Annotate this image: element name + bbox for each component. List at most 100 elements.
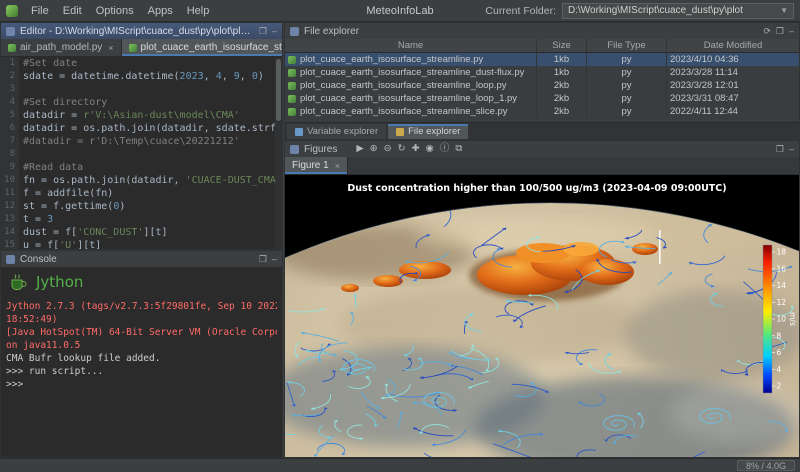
minimize-icon[interactable]: – <box>789 23 794 39</box>
file-size-cell: 1kb <box>537 66 587 79</box>
console-panel-header[interactable]: Console ❐– <box>1 251 282 267</box>
figures-panel-header[interactable]: Figures ▶⊕⊖↻✚◉ⓘ⧉ ❐– <box>285 141 799 157</box>
file-name-cell: plot_cuace_earth_isosurface_streamline.p… <box>285 53 537 66</box>
current-folder-combobox[interactable]: D:\Working\MIScript\cuace_dust\py\plot ▼ <box>562 3 794 19</box>
code-text: #Set date <box>19 57 77 70</box>
code-text: sdate = datetime.datetime(2023, 4, 9, 0) <box>19 70 264 83</box>
rotate-icon[interactable]: ↻ <box>398 141 406 157</box>
editor-panel-title: Editor - D:\Working\MIScript\cuace_dust\… <box>20 26 254 37</box>
restore-icon[interactable]: ❐ <box>776 141 784 157</box>
current-folder-box: Current Folder: D:\Working\MIScript\cuac… <box>485 3 794 19</box>
file-size-cell: 2kb <box>537 92 587 105</box>
minimize-icon[interactable]: – <box>272 23 277 39</box>
memory-indicator[interactable]: 8% / 4.0G <box>737 460 795 471</box>
column-header[interactable]: Size <box>537 39 587 52</box>
code-line: 15u = f['U'][t] <box>1 239 275 249</box>
tab-label: plot_cuace_earth_isosurface_streamline.p… <box>141 42 283 53</box>
figure-canvas[interactable]: Dust concentration higher than 100/500 u… <box>285 175 800 458</box>
file-explorer-header[interactable]: File explorer ⟳❐– <box>285 23 799 39</box>
code-line: 4#Set directory <box>1 96 275 109</box>
meteoinfolab-window: FileEditOptionsAppsHelp MeteoInfoLab Cur… <box>0 0 800 472</box>
line-number: 5 <box>1 109 19 122</box>
line-number: 2 <box>1 70 19 83</box>
svg-text:4: 4 <box>777 365 782 374</box>
file-type-cell: py <box>587 53 667 66</box>
tab-close-icon[interactable]: × <box>108 43 113 53</box>
minimize-icon[interactable]: – <box>789 141 794 157</box>
cursor-icon[interactable]: ▶ <box>356 141 363 157</box>
identify-icon[interactable]: ⓘ <box>440 141 450 157</box>
globe-icon[interactable]: ◉ <box>426 141 434 157</box>
editor-scrollbar[interactable] <box>275 57 282 249</box>
refresh-icon[interactable]: ⟳ <box>763 23 771 39</box>
full-extent-icon[interactable]: ⧉ <box>455 141 462 157</box>
editor-panel-icon <box>6 27 15 36</box>
restore-icon[interactable]: ❐ <box>259 251 267 267</box>
svg-text:18: 18 <box>777 248 787 257</box>
restore-icon[interactable]: ❐ <box>776 23 784 39</box>
chevron-down-icon: ▼ <box>780 6 788 15</box>
svg-text:6: 6 <box>777 348 782 357</box>
line-number: 11 <box>1 187 19 200</box>
code-line: 3 <box>1 83 275 96</box>
code-line: 11f = addfile(fn) <box>1 187 275 200</box>
minimize-icon[interactable]: – <box>272 251 277 267</box>
code-editor[interactable]: 1#Set date2sdate = datetime.datetime(202… <box>1 57 275 249</box>
code-text: #Set directory <box>19 96 107 109</box>
console-lines: Jython 2.7.3 (tags/v2.7.3:5f29801fe, Sep… <box>6 300 277 391</box>
statusbar: 8% / 4.0G <box>0 458 800 472</box>
file-row[interactable]: plot_cuace_earth_isosurface_streamline_s… <box>285 105 799 118</box>
code-line: 9#Read data <box>1 161 275 174</box>
editor-panel-header[interactable]: Editor - D:\Working\MIScript\cuace_dust\… <box>1 23 282 39</box>
menu-options[interactable]: Options <box>89 3 141 19</box>
column-header[interactable]: Date Modified <box>667 39 799 52</box>
menu-file[interactable]: File <box>24 3 56 19</box>
column-header[interactable]: File Type <box>587 39 667 52</box>
file-row[interactable]: plot_cuace_earth_isosurface_streamline_l… <box>285 79 799 92</box>
console-line: >>> run script... <box>6 365 277 378</box>
pan-icon[interactable]: ✚ <box>412 141 420 157</box>
console-line: >>> <box>6 378 277 391</box>
file-date-cell: 2023/3/28 11:14 <box>667 66 799 79</box>
code-line: 6datadir = os.path.join(datadir, sdate.s… <box>1 122 275 135</box>
figure-tab-bar: Figure 1 × <box>285 157 799 175</box>
py-file-icon <box>288 82 296 90</box>
code-text <box>19 148 23 161</box>
column-header[interactable]: Name <box>285 39 537 52</box>
zoom-in-icon[interactable]: ⊕ <box>370 141 378 157</box>
editor-tab[interactable]: air_path_model.py × <box>1 39 122 56</box>
menu-help[interactable]: Help <box>180 3 217 19</box>
tab-label: air_path_model.py <box>20 42 102 53</box>
file-date-cell: 2023/3/31 08:47 <box>667 92 799 105</box>
scrollbar-thumb[interactable] <box>276 59 281 121</box>
editor-panel: Editor - D:\Working\MIScript\cuace_dust\… <box>0 22 283 250</box>
panel-tab-variable-explorer[interactable]: Variable explorer <box>287 124 386 139</box>
figures-panel: Figures ▶⊕⊖↻✚◉ⓘ⧉ ❐– Figure 1 × <box>284 140 800 458</box>
figure-tab[interactable]: Figure 1 × <box>285 157 348 174</box>
menu-apps[interactable]: Apps <box>141 3 180 19</box>
file-row[interactable]: plot_cuace_earth_isosurface_streamline_d… <box>285 66 799 79</box>
zoom-out-icon[interactable]: ⊖ <box>384 141 392 157</box>
jython-logo-icon <box>9 273 29 291</box>
menu-edit[interactable]: Edit <box>56 3 89 19</box>
editor-tab[interactable]: plot_cuace_earth_isosurface_streamline.p… <box>122 39 283 56</box>
file-row[interactable]: plot_cuace_earth_isosurface_streamline.p… <box>285 53 799 66</box>
menubar: FileEditOptionsAppsHelp MeteoInfoLab Cur… <box>0 0 800 22</box>
line-number: 6 <box>1 122 19 135</box>
code-text: #datadir = r'D:\Temp\cuace\20221212' <box>19 135 240 148</box>
console-output[interactable]: Jython Jython 2.7.3 (tags/v2.7.3:5f29801… <box>1 267 282 457</box>
file-size-cell: 1kb <box>537 53 587 66</box>
figure-toolbar: ▶ ⊕ ⊖ ↻ ✚ ◉ ⓘ ⧉ <box>356 141 462 157</box>
tab-close-icon[interactable]: × <box>335 161 340 171</box>
app-logo-icon <box>6 5 18 17</box>
svg-text:14: 14 <box>777 281 787 290</box>
file-row[interactable]: plot_cuace_earth_isosurface_streamline_l… <box>285 92 799 105</box>
code-line: 12st = f.gettime(0) <box>1 200 275 213</box>
editor-tab-bar: air_path_model.py × plot_cuace_earth_isosu… <box>1 39 282 57</box>
file-name: plot_cuace_earth_isosurface_streamline_l… <box>300 93 517 104</box>
console-line: Jython 2.7.3 (tags/v2.7.3:5f29801fe, Sep… <box>6 300 277 313</box>
restore-icon[interactable]: ❐ <box>259 23 267 39</box>
file-name: plot_cuace_earth_isosurface_streamline_d… <box>300 67 524 78</box>
tab-label: Variable explorer <box>307 126 378 137</box>
panel-tab-file-explorer[interactable]: File explorer <box>388 124 468 139</box>
